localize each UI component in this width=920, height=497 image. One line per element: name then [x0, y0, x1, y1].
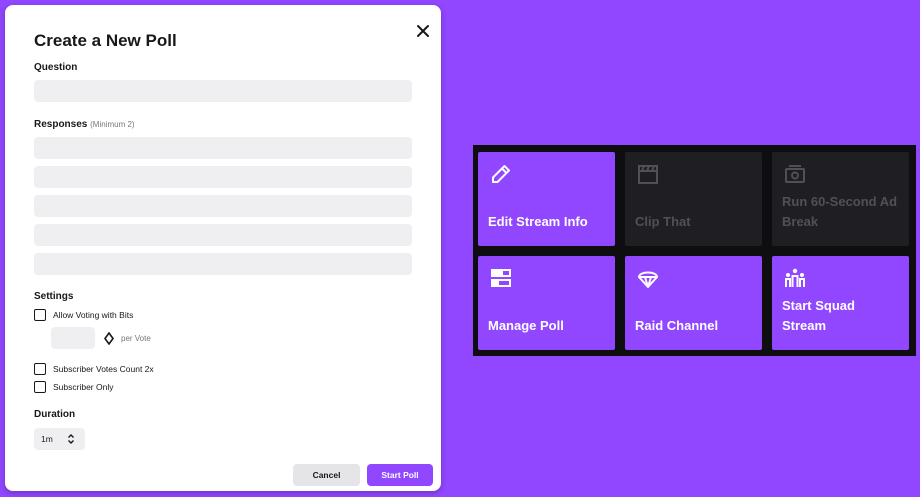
response-input-1[interactable] [34, 137, 412, 159]
start-poll-button[interactable]: Start Poll [367, 464, 433, 486]
allow-bits-checkbox[interactable] [34, 309, 46, 321]
tile-start-squad-stream[interactable]: Start Squad Stream [772, 256, 909, 350]
duration-label: Duration [34, 409, 76, 420]
per-vote-label: per Vote [121, 334, 151, 343]
squad-icon [785, 268, 805, 287]
tile-label: Raid Channel [635, 318, 719, 333]
subscriber-votes-option[interactable]: Subscriber Votes Count 2x [34, 363, 154, 375]
question-input[interactable] [34, 80, 412, 102]
responses-label-text: Responses [34, 119, 88, 130]
duration-select[interactable]: 1m [34, 428, 85, 450]
bits-icon [104, 332, 114, 345]
tile-label: Start Squad Stream [782, 298, 855, 333]
close-icon [417, 25, 429, 37]
subscriber-votes-label: Subscriber Votes Count 2x [53, 364, 154, 374]
subscriber-only-label: Subscriber Only [53, 382, 114, 392]
bits-amount-input[interactable] [51, 327, 95, 349]
quick-actions-panel: Edit Stream Info Clip That Run 60-Second… [473, 145, 916, 356]
modal-title: Create a New Poll [34, 31, 177, 50]
poll-icon [491, 269, 511, 287]
tile-raid-channel[interactable]: Raid Channel [625, 256, 762, 350]
allow-bits-option[interactable]: Allow Voting with Bits [34, 309, 133, 321]
close-button[interactable] [413, 21, 433, 41]
create-poll-modal: Create a New Poll Question Responses (Mi… [5, 5, 441, 491]
tile-edit-stream-info[interactable]: Edit Stream Info [478, 152, 615, 246]
response-input-5[interactable] [34, 253, 412, 275]
clapperboard-icon [638, 165, 658, 184]
tile-run-ad-break[interactable]: Run 60-Second Ad Break [772, 152, 909, 246]
tile-manage-poll[interactable]: Manage Poll [478, 256, 615, 350]
tile-label: Clip That [635, 214, 691, 229]
up-down-chevron-icon [68, 434, 74, 444]
settings-label: Settings [34, 291, 74, 302]
cancel-button[interactable]: Cancel [293, 464, 360, 486]
allow-bits-label: Allow Voting with Bits [53, 310, 134, 320]
question-label: Question [34, 62, 78, 73]
tile-label: Edit Stream Info [488, 214, 588, 229]
response-input-3[interactable] [34, 195, 412, 217]
raid-icon [638, 271, 658, 288]
subscriber-only-checkbox[interactable] [34, 381, 46, 393]
ad-icon [785, 165, 805, 183]
duration-value: 1m [41, 434, 53, 444]
tile-label: Manage Poll [488, 318, 564, 333]
response-input-2[interactable] [34, 166, 412, 188]
tile-clip-that[interactable]: Clip That [625, 152, 762, 246]
responses-hint: (Minimum 2) [90, 120, 135, 129]
responses-label: Responses (Minimum 2) [34, 119, 135, 130]
pencil-icon [492, 165, 510, 183]
subscriber-only-option[interactable]: Subscriber Only [34, 381, 113, 393]
response-input-4[interactable] [34, 224, 412, 246]
tile-label: Run 60-Second Ad Break [782, 194, 898, 229]
subscriber-votes-checkbox[interactable] [34, 363, 46, 375]
